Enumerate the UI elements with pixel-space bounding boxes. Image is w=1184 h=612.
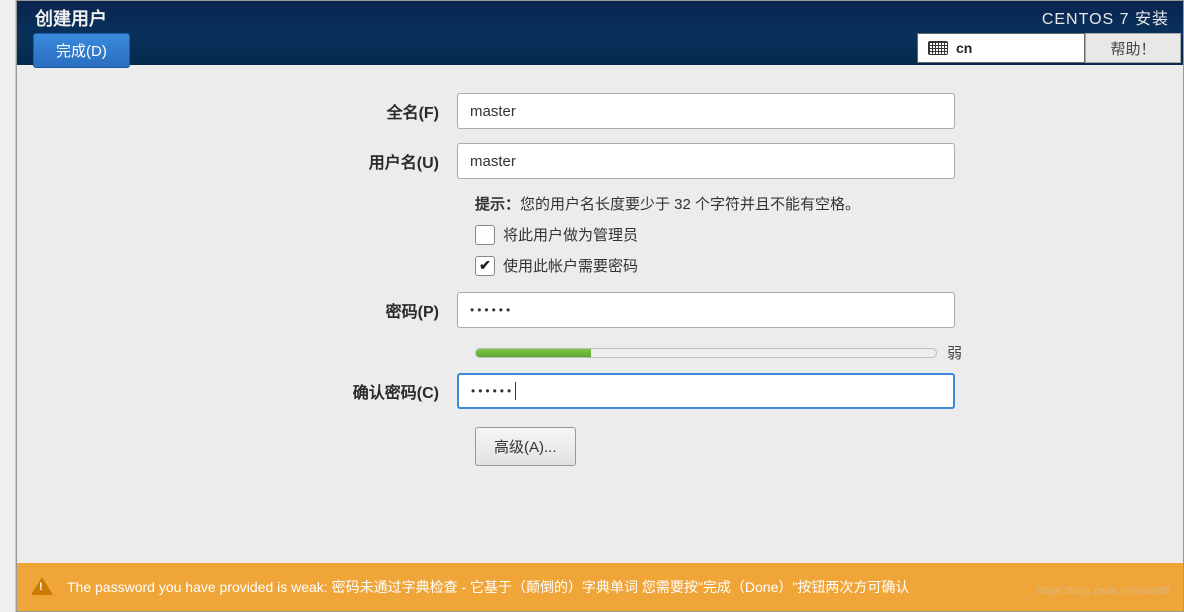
text-cursor [515,382,516,400]
password-row: 密码(P) •••••• [57,292,1143,328]
header-bar: 创建用户 完成(D) CENTOS 7 安装 cn 帮助！ [17,1,1183,65]
advanced-row: 高级(A)... [57,427,1143,466]
require-password-checkbox[interactable] [475,256,495,276]
warning-icon [31,577,53,597]
confirm-password-input[interactable]: •••••• [457,373,955,409]
header-right: CENTOS 7 安装 cn 帮助！ [917,5,1183,63]
password-label: 密码(P) [57,298,457,322]
require-password-label: 使用此帐户需要密码 [503,255,638,276]
require-password-row: 使用此帐户需要密码 [475,255,1143,276]
form-content: 全名(F) 用户名(U) 提示：您的用户名长度要少于 32 个字符并且不能有空格… [17,65,1183,466]
help-button[interactable]: 帮助！ [1085,33,1181,63]
keyboard-layout-label: cn [956,40,972,56]
password-strength-bar [475,348,937,358]
admin-checkbox[interactable] [475,225,495,245]
hint-prefix: 提示： [475,196,520,213]
warning-footer: The password you have provided is weak: … [17,563,1183,611]
header-right-row: cn 帮助！ [917,33,1181,63]
hint-row: 提示：您的用户名长度要少于 32 个字符并且不能有空格。 [57,193,1143,214]
confirm-password-row: 确认密码(C) •••••• [57,373,1143,409]
page-title: 创建用户 [35,5,130,31]
warning-text: The password you have provided is weak: … [67,577,909,597]
username-input[interactable] [457,143,955,179]
fullname-label: 全名(F) [57,99,457,123]
password-strength-row: 弱 [475,342,973,363]
scrollbar-left[interactable] [0,0,16,612]
password-strength-fill [476,349,591,357]
username-row: 用户名(U) [57,143,1143,179]
fullname-input[interactable] [457,93,955,129]
password-strength-label: 弱 [947,342,962,363]
done-button[interactable]: 完成(D) [33,33,130,68]
header-left: 创建用户 完成(D) [27,5,130,68]
fullname-row: 全名(F) [57,93,1143,129]
password-input[interactable]: •••••• [457,292,955,328]
username-label: 用户名(U) [57,149,457,173]
confirm-password-label: 确认密码(C) [57,379,457,403]
username-hint: 提示：您的用户名长度要少于 32 个字符并且不能有空格。 [475,193,860,214]
advanced-button[interactable]: 高级(A)... [475,427,576,466]
install-label: CENTOS 7 安装 [1042,5,1169,29]
keyboard-layout-selector[interactable]: cn [917,33,1085,63]
hint-body: 您的用户名长度要少于 32 个字符并且不能有空格。 [520,196,860,213]
admin-checkbox-label: 将此用户做为管理员 [503,224,638,245]
admin-checkbox-row: 将此用户做为管理员 [475,224,1143,245]
installer-window: 创建用户 完成(D) CENTOS 7 安装 cn 帮助！ 全名(F) 用户名(… [16,0,1184,612]
keyboard-icon [928,41,948,55]
